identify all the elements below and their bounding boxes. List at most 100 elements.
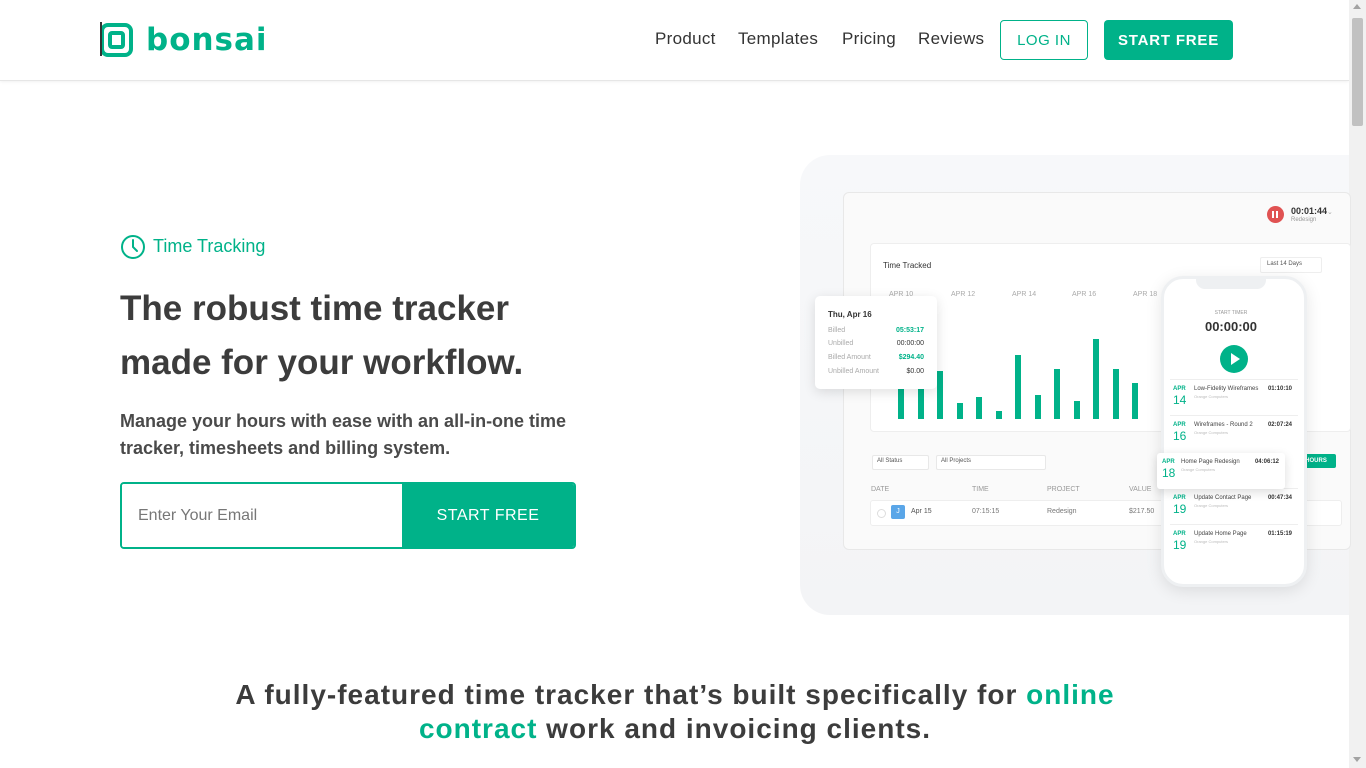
list-item[interactable]: APR 14 Low-Fidelity Wireframes Orange Co… xyxy=(1170,379,1298,416)
chart-bar xyxy=(1132,383,1138,419)
entry-title: Wireframes - Round 2 xyxy=(1194,422,1253,428)
scroll-up-arrow-icon[interactable] xyxy=(1353,4,1361,9)
clock-icon xyxy=(121,235,145,259)
email-signup-form: START FREE xyxy=(120,482,576,549)
row-project: Redesign xyxy=(1047,508,1077,515)
section-eyebrow: Time Tracking xyxy=(153,236,266,256)
chart-bar xyxy=(976,397,982,419)
entry-client: Orange Computers xyxy=(1181,467,1216,472)
popup-label: Billed Amount xyxy=(828,354,871,361)
page-scrollbar[interactable] xyxy=(1349,0,1366,768)
chart-bar xyxy=(937,371,943,419)
pause-icon xyxy=(1267,206,1284,223)
phone-notch xyxy=(1196,279,1266,289)
scroll-down-arrow-icon[interactable] xyxy=(1353,757,1361,762)
entry-client: Orange Computers xyxy=(1194,394,1229,399)
logo-wordmark: bonsai xyxy=(146,22,268,58)
popup-date: Thu, Apr 16 xyxy=(828,310,872,319)
start-timer-label: START TIMER xyxy=(1214,310,1248,316)
status-filter[interactable]: All Status xyxy=(872,455,929,470)
running-timer-project: Redesign xyxy=(1291,217,1317,223)
popup-value: 00:00:00 xyxy=(896,340,924,347)
list-item[interactable]: APR 19 Update Contact Page Orange Comput… xyxy=(1170,488,1298,525)
entry-time: 01:10:10 xyxy=(1267,386,1292,392)
entry-time: 00:47:34 xyxy=(1267,495,1292,501)
row-checkbox[interactable] xyxy=(877,509,886,518)
list-item[interactable]: APR 19 Update Home Page Orange Computers… xyxy=(1170,524,1298,561)
day-summary-popup: Thu, Apr 16 Billed 05:53:17 Unbilled 00:… xyxy=(815,296,937,389)
nav-templates[interactable]: Templates xyxy=(738,29,818,49)
popup-value: 05:53:17 xyxy=(895,327,924,334)
row-value: $217.50 xyxy=(1129,508,1155,515)
entry-month: APR xyxy=(1173,531,1186,537)
col-value: VALUE xyxy=(1129,486,1152,493)
entry-day: 18 xyxy=(1162,466,1176,480)
entry-month: APR xyxy=(1162,459,1175,465)
entry-time: 04:06:12 xyxy=(1254,459,1279,465)
entry-month: APR xyxy=(1173,495,1186,501)
entry-time: 02:07:24 xyxy=(1267,422,1292,428)
features-heading-part2: work and invoicing clients. xyxy=(537,713,932,744)
chart-bar xyxy=(1015,355,1021,419)
entry-title: Update Home Page xyxy=(1194,531,1247,537)
col-time: TIME xyxy=(972,486,989,493)
avatar: J xyxy=(891,505,905,519)
chevron-down-icon: ⌄ xyxy=(1327,209,1333,216)
col-date: DATE xyxy=(871,486,890,493)
phone-mockup: START TIMER 00:00:00 APR 14 Low-Fidelity… xyxy=(1161,276,1307,587)
hero-title-line-2: made for your workflow. xyxy=(120,343,524,382)
email-start-free-button[interactable]: START FREE xyxy=(402,484,574,547)
chart-bar xyxy=(1112,369,1119,419)
popup-value: $294.40 xyxy=(898,354,924,361)
popup-value: $0.00 xyxy=(906,368,924,375)
entry-month: APR xyxy=(1173,422,1186,428)
entry-client: Orange Computers xyxy=(1194,503,1229,508)
hero-title-line-1: The robust time tracker xyxy=(120,289,509,328)
row-time: 07:15:15 xyxy=(972,508,1000,515)
entry-title: Low-Fidelity Wireframes xyxy=(1194,386,1259,392)
status-filter-label: All Status xyxy=(877,458,903,464)
login-button[interactable]: LOG IN xyxy=(1000,20,1088,60)
chart-bar xyxy=(956,403,963,419)
chart-bar xyxy=(995,411,1002,419)
nav-product[interactable]: Product xyxy=(655,29,716,49)
entry-day: 19 xyxy=(1173,538,1187,552)
chart-bar xyxy=(1054,369,1060,419)
popup-label: Unbilled xyxy=(828,340,854,347)
entry-title: Update Contact Page xyxy=(1194,495,1252,501)
scrollbar-thumb[interactable] xyxy=(1352,18,1363,126)
play-button[interactable] xyxy=(1220,345,1248,373)
nav-reviews[interactable]: Reviews xyxy=(918,29,984,49)
email-input[interactable] xyxy=(122,484,402,547)
entry-day: 16 xyxy=(1173,429,1187,443)
entry-client: Orange Computers xyxy=(1194,539,1229,544)
running-timer: 00:01:44 xyxy=(1291,206,1328,216)
entry-month: APR xyxy=(1173,386,1186,392)
chart-bar xyxy=(1034,395,1041,419)
phone-timer: 00:00:00 xyxy=(1204,319,1258,334)
floating-entry-card[interactable]: APR 18 Home Page Redesign Orange Compute… xyxy=(1157,453,1285,489)
nav-pricing[interactable]: Pricing xyxy=(842,29,896,49)
play-icon xyxy=(1231,353,1240,365)
logo[interactable]: bonsai xyxy=(100,22,268,58)
entry-client: Orange Computers xyxy=(1194,430,1229,435)
hero-subtitle: Manage your hours with ease with an all-… xyxy=(120,411,567,458)
popup-label: Unbilled Amount xyxy=(828,368,879,375)
chart-bar xyxy=(1093,339,1099,419)
hero-title: The robust time tracker made for your wo… xyxy=(120,282,640,390)
popup-label: Billed xyxy=(828,327,846,334)
start-free-button[interactable]: START FREE xyxy=(1104,20,1233,60)
entry-day: 19 xyxy=(1173,502,1187,516)
features-heading-part1: A fully-featured time tracker that’s bui… xyxy=(235,679,1027,710)
bonsai-logo-icon xyxy=(100,22,133,57)
entry-time: 01:15:19 xyxy=(1267,531,1292,537)
col-project: PROJECT xyxy=(1047,486,1080,493)
chart-bar xyxy=(1073,401,1080,419)
list-item[interactable]: APR 16 Wireframes - Round 2 Orange Compu… xyxy=(1170,415,1298,452)
project-filter[interactable]: All Projects xyxy=(936,455,1046,470)
top-navbar: bonsai Product Templates Pricing Reviews… xyxy=(0,0,1349,81)
entry-day: 14 xyxy=(1173,393,1187,407)
row-date: Apr 15 xyxy=(911,508,932,515)
project-filter-label: All Projects xyxy=(941,458,972,464)
features-heading: A fully-featured time tracker that’s bui… xyxy=(200,678,1150,746)
